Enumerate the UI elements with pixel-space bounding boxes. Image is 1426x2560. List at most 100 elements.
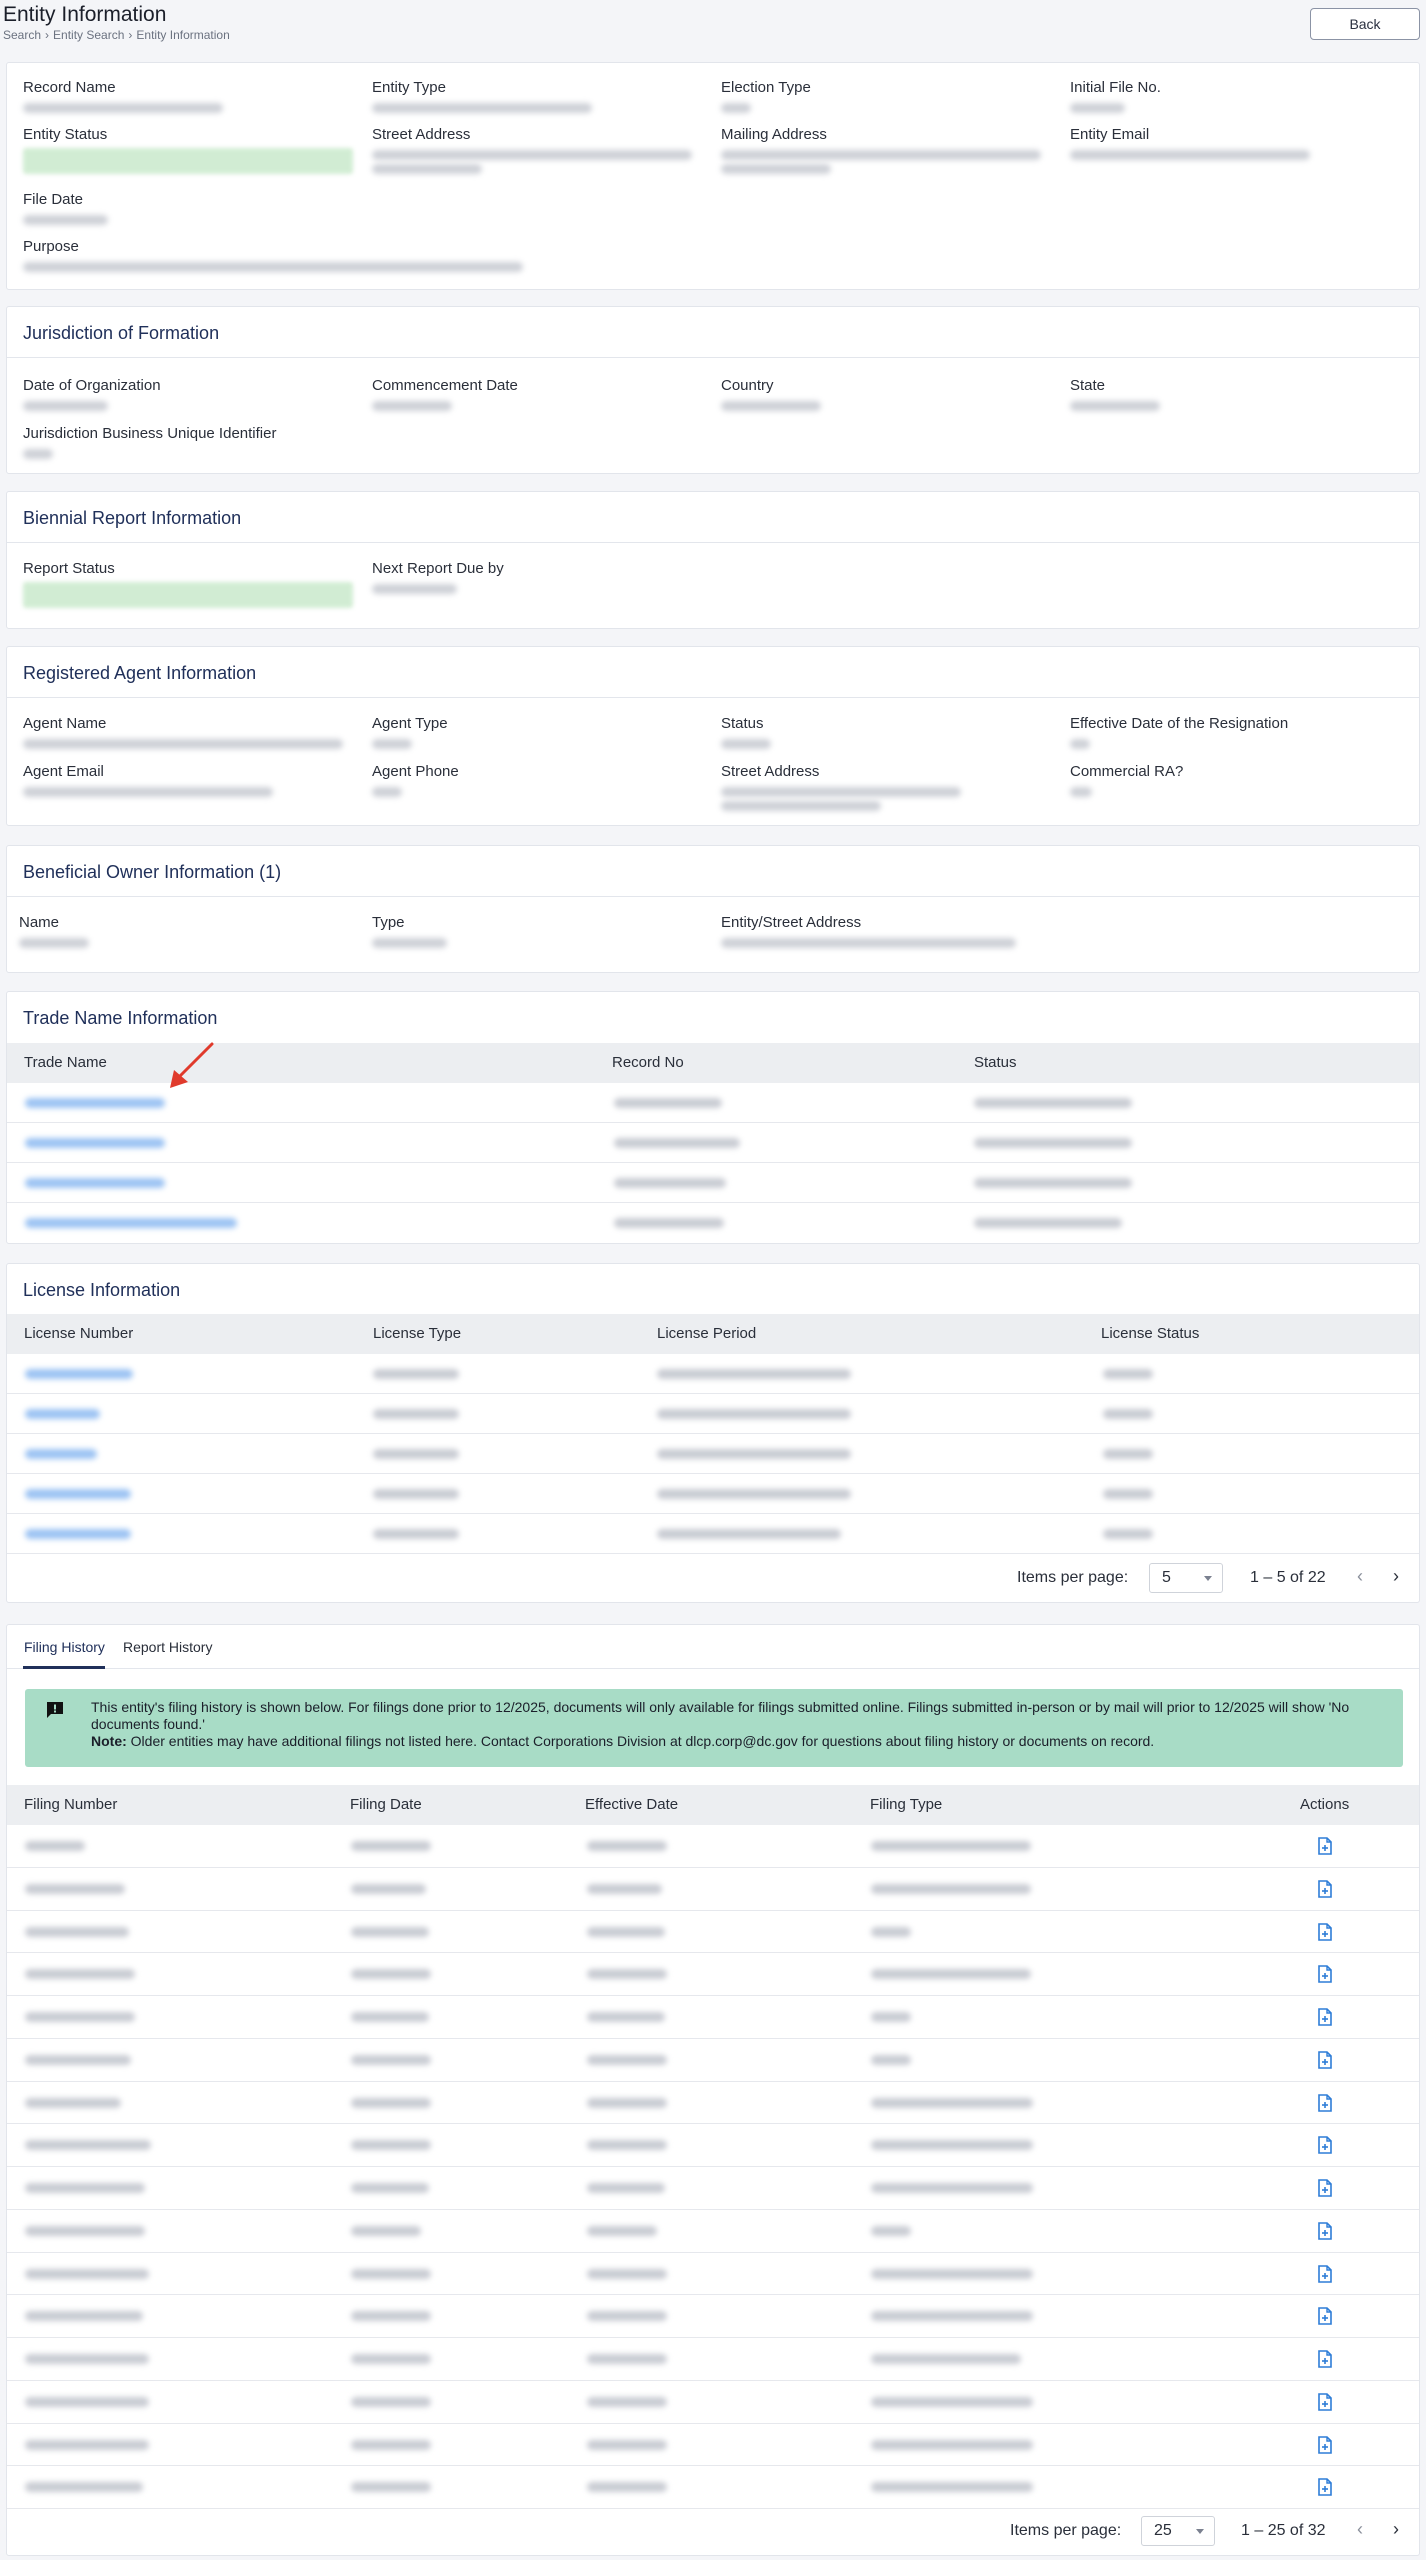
table-row bbox=[7, 2338, 1419, 2381]
table-row bbox=[7, 1203, 1419, 1243]
table-row bbox=[7, 1434, 1419, 1474]
breadcrumb-search[interactable]: Search bbox=[3, 28, 41, 42]
license-number-link[interactable] bbox=[25, 1409, 100, 1419]
field-purpose: Purpose bbox=[23, 238, 563, 272]
table-row bbox=[7, 1953, 1419, 1996]
view-document-icon[interactable] bbox=[1317, 2478, 1333, 2497]
table-row bbox=[7, 2295, 1419, 2338]
page-range-label: 1 – 5 of 22 bbox=[1250, 1569, 1326, 1586]
filing-tabs: Filing History Report History bbox=[7, 1625, 1419, 1669]
field-owner-street-address: Entity/Street Address bbox=[721, 914, 1221, 948]
breadcrumb-entity-search[interactable]: Entity Search bbox=[53, 28, 124, 42]
field-date-of-organization: Date of Organization bbox=[23, 377, 353, 411]
field-state: State bbox=[1070, 377, 1400, 411]
prev-page-icon[interactable]: ‹ bbox=[1357, 2519, 1363, 2540]
table-row bbox=[7, 2082, 1419, 2125]
table-row bbox=[7, 2039, 1419, 2082]
license-page-size-select[interactable]: 5 bbox=[1149, 1563, 1223, 1593]
col-license-number[interactable]: License Number bbox=[24, 1325, 133, 1342]
view-document-icon[interactable] bbox=[1317, 2179, 1333, 2197]
view-document-icon[interactable] bbox=[1317, 1879, 1333, 1898]
jurisdiction-card: Jurisdiction of Formation Date of Organi… bbox=[6, 306, 1420, 474]
field-agent-type: Agent Type bbox=[372, 715, 702, 749]
trade-name-link[interactable] bbox=[25, 1178, 165, 1188]
trade-name-link[interactable] bbox=[25, 1138, 165, 1148]
tab-report-history[interactable]: Report History bbox=[123, 1639, 212, 1655]
view-document-icon[interactable] bbox=[1317, 2392, 1333, 2411]
col-trade-name[interactable]: Trade Name bbox=[24, 1054, 107, 1071]
next-page-icon[interactable]: › bbox=[1393, 1566, 1399, 1587]
table-row bbox=[7, 1514, 1419, 1554]
page-title: Entity Information bbox=[3, 3, 167, 26]
view-document-icon[interactable] bbox=[1317, 2307, 1333, 2326]
beneficial-title: Beneficial Owner Information (1) bbox=[23, 862, 282, 882]
tab-filing-history[interactable]: Filing History bbox=[24, 1639, 105, 1655]
trade-name-link[interactable] bbox=[25, 1218, 237, 1228]
field-mailing-address: Mailing Address bbox=[721, 126, 1051, 174]
table-row bbox=[7, 1354, 1419, 1394]
table-row bbox=[7, 2381, 1419, 2424]
notice-note: Note: Older entities may have additional… bbox=[91, 1733, 1391, 1750]
col-license-status[interactable]: License Status bbox=[1101, 1325, 1199, 1342]
field-country: Country bbox=[721, 377, 1051, 411]
view-document-icon[interactable] bbox=[1317, 2264, 1333, 2283]
filing-notice: This entity's filing history is shown be… bbox=[25, 1689, 1403, 1767]
filing-page-size-select[interactable]: 25 bbox=[1141, 2516, 1215, 2546]
page-range-label: 1 – 25 of 32 bbox=[1241, 2522, 1326, 2539]
field-owner-name: Name bbox=[19, 914, 349, 948]
view-document-icon[interactable] bbox=[1317, 1965, 1333, 1984]
field-owner-type: Type bbox=[372, 914, 702, 948]
view-document-icon[interactable] bbox=[1317, 1837, 1333, 1855]
license-number-link[interactable] bbox=[25, 1529, 131, 1539]
field-agent-phone: Agent Phone bbox=[372, 763, 702, 797]
field-file-date: File Date bbox=[23, 191, 353, 225]
feedback-icon bbox=[47, 1702, 63, 1718]
field-entity-type: Entity Type bbox=[372, 79, 702, 113]
trade-table-header: Trade Name Record No Status bbox=[7, 1043, 1419, 1083]
view-document-icon[interactable] bbox=[1317, 1922, 1333, 1941]
view-document-icon[interactable] bbox=[1317, 2050, 1333, 2069]
table-row bbox=[7, 1825, 1419, 1868]
trade-name-link[interactable] bbox=[25, 1098, 165, 1108]
view-document-icon[interactable] bbox=[1317, 2093, 1333, 2112]
filing-table-header: Filing Number Filing Date Effective Date… bbox=[7, 1785, 1419, 1825]
next-page-icon[interactable]: › bbox=[1393, 2519, 1399, 2540]
license-table-header: License Number License Type License Peri… bbox=[7, 1314, 1419, 1354]
prev-page-icon[interactable]: ‹ bbox=[1357, 1566, 1363, 1587]
license-number-link[interactable] bbox=[25, 1489, 131, 1499]
breadcrumb-separator: › bbox=[128, 28, 133, 42]
field-record-name: Record Name bbox=[23, 79, 353, 113]
col-license-type[interactable]: License Type bbox=[373, 1325, 461, 1342]
jurisdiction-title: Jurisdiction of Formation bbox=[23, 323, 220, 343]
chevron-down-icon bbox=[1204, 1576, 1212, 1581]
field-entity-email: Entity Email bbox=[1070, 126, 1400, 160]
back-button[interactable]: Back bbox=[1310, 8, 1420, 40]
col-filing-date[interactable]: Filing Date bbox=[350, 1796, 422, 1813]
field-commercial-ra: Commercial RA? bbox=[1070, 763, 1400, 797]
view-document-icon[interactable] bbox=[1317, 2008, 1333, 2026]
field-commencement-date: Commencement Date bbox=[372, 377, 702, 411]
filing-history-card: Filing History Report History This entit… bbox=[6, 1624, 1420, 2556]
field-jurisdiction-business-id: Jurisdiction Business Unique Identifier bbox=[23, 425, 353, 459]
license-number-link[interactable] bbox=[25, 1369, 133, 1379]
view-document-icon[interactable] bbox=[1317, 2136, 1333, 2155]
registered-agent-card: Registered Agent Information Agent Name … bbox=[6, 646, 1420, 826]
field-election-type: Election Type bbox=[721, 79, 1051, 113]
annotation-arrow-icon bbox=[170, 1042, 214, 1088]
col-effective-date[interactable]: Effective Date bbox=[585, 1796, 678, 1813]
breadcrumb-current: Entity Information bbox=[136, 28, 230, 42]
table-row bbox=[7, 1163, 1419, 1203]
view-document-icon[interactable] bbox=[1317, 2350, 1333, 2368]
view-document-icon[interactable] bbox=[1317, 2435, 1333, 2454]
view-document-icon[interactable] bbox=[1317, 2221, 1333, 2240]
license-number-link[interactable] bbox=[25, 1449, 97, 1459]
biennial-card: Biennial Report Information Report Statu… bbox=[6, 491, 1420, 629]
col-status[interactable]: Status bbox=[974, 1054, 1017, 1071]
col-record-no[interactable]: Record No bbox=[612, 1054, 684, 1071]
col-filing-type[interactable]: Filing Type bbox=[870, 1796, 942, 1813]
col-filing-number[interactable]: Filing Number bbox=[24, 1796, 117, 1813]
col-license-period[interactable]: License Period bbox=[657, 1325, 756, 1342]
breadcrumb: Search › Entity Search › Entity Information bbox=[3, 28, 230, 42]
chevron-down-icon bbox=[1196, 2529, 1204, 2534]
table-row bbox=[7, 1394, 1419, 1434]
